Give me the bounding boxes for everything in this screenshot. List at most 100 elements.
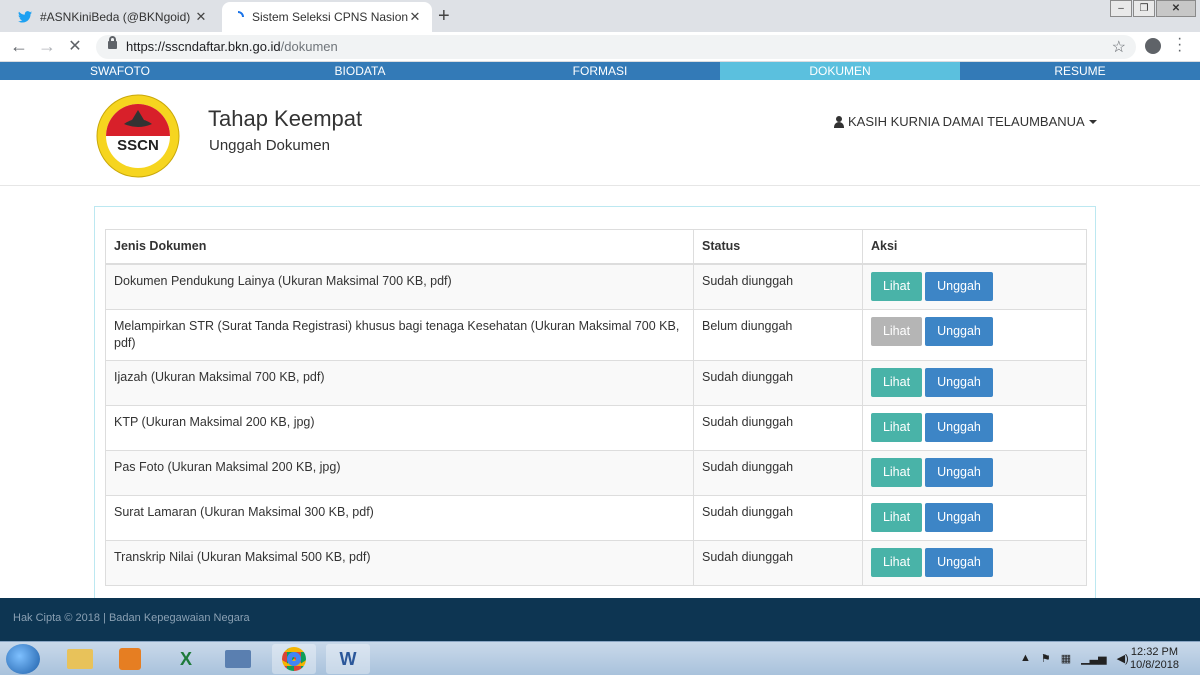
copyright-text: Hak Cipta © 2018 | Badan Kepegawaian Neg…	[13, 612, 250, 624]
upload-button[interactable]: Unggah	[925, 412, 993, 442]
upload-button[interactable]: Unggah	[925, 547, 993, 577]
view-button[interactable]: Lihat	[871, 412, 922, 442]
close-icon[interactable]: ✕	[408, 9, 422, 25]
view-button[interactable]: Lihat	[871, 367, 922, 397]
upload-button[interactable]: Unggah	[925, 502, 993, 532]
user-icon	[834, 115, 844, 128]
page-footer: Hak Cipta © 2018 | Badan Kepegawaian Neg…	[0, 598, 1200, 641]
documents-panel: Jenis Dokumen Status Aksi Dokumen Penduk…	[94, 206, 1096, 598]
table-row: Ijazah (Ukuran Maksimal 700 KB, pdf) Suda…	[105, 359, 1087, 406]
tray-expand-icon[interactable]: ▲	[1020, 652, 1031, 665]
network-app-icon[interactable]	[216, 644, 260, 674]
table-header-row: Jenis Dokumen Status Aksi	[105, 229, 1087, 265]
tab-title: #ASNKiniBeda (@BKNgoid) | Twi	[40, 10, 194, 24]
browser-menu-icon[interactable]: · · ·	[1177, 31, 1182, 59]
document-name: Dokumen Pendukung Lainya (Ukuran Maksima…	[105, 263, 694, 310]
table-row: Transkrip Nilai (Ukuran Maksimal 500 KB,…	[105, 539, 1087, 586]
documents-table: Jenis Dokumen Status Aksi Dokumen Penduk…	[105, 229, 1087, 586]
signal-icon[interactable]: ▁▃▅	[1081, 652, 1106, 665]
loading-icon	[237, 11, 244, 18]
documents-table-body: Dokumen Pendukung Lainya (Ukuran Maksima…	[105, 263, 1087, 586]
document-status: Sudah diunggah	[693, 494, 863, 541]
upload-button[interactable]: Unggah	[925, 316, 993, 346]
upload-button[interactable]: Unggah	[925, 271, 993, 301]
header-aksi: Aksi	[862, 229, 1087, 265]
table-row: Melampirkan STR (Surat Tanda Registrasi)…	[105, 308, 1087, 361]
os-taskbar: X W ▲ ⚑ ▦ ▁▃▅ ◀) 12:32 PM 10/8/2018	[0, 641, 1200, 675]
progress-steps: SWAFOTO BIODATA FORMASI DOKUMEN RESUME	[0, 62, 1200, 80]
document-name: KTP (Ukuran Maksimal 200 KB, jpg)	[105, 404, 694, 451]
chrome-icon[interactable]	[272, 644, 316, 674]
start-button[interactable]	[6, 644, 40, 674]
excel-icon[interactable]: X	[164, 644, 208, 674]
document-actions: Lihat Unggah	[862, 404, 1087, 451]
media-player-icon[interactable]	[108, 644, 152, 674]
minimize-button[interactable]: –	[1110, 0, 1132, 17]
user-name: KASIH KURNIA DAMAI TELAUMBANUA	[848, 114, 1085, 129]
word-icon[interactable]: W	[326, 644, 370, 674]
clock-time: 12:32 PM	[1130, 646, 1179, 658]
document-status: Sudah diunggah	[693, 539, 863, 586]
window-close-button[interactable]: ✕	[1156, 0, 1196, 17]
user-menu[interactable]: KASIH KURNIA DAMAI TELAUMBANUA	[834, 114, 1097, 129]
table-row: Surat Lamaran (Ukuran Maksimal 300 KB, p…	[105, 494, 1087, 541]
document-name: Ijazah (Ukuran Maksimal 700 KB, pdf)	[105, 359, 694, 406]
document-actions: Lihat Unggah	[862, 308, 1087, 361]
profile-avatar-icon[interactable]	[1145, 38, 1161, 54]
upload-button[interactable]: Unggah	[925, 457, 993, 487]
document-name: Surat Lamaran (Ukuran Maksimal 300 KB, p…	[105, 494, 694, 541]
forward-button[interactable]: →	[36, 36, 58, 57]
browser-tabstrip: #ASNKiniBeda (@BKNgoid) | Twi ✕ Sistem S…	[0, 0, 1200, 32]
caret-down-icon	[1088, 119, 1097, 124]
document-actions: Lihat Unggah	[862, 539, 1087, 586]
volume-icon[interactable]: ◀)	[1117, 652, 1129, 665]
document-status: Sudah diunggah	[693, 263, 863, 310]
document-status: Sudah diunggah	[693, 359, 863, 406]
page-title: Tahap Keempat	[208, 106, 363, 131]
tab-title: Sistem Seleksi CPNS Nasional	[252, 10, 408, 24]
view-button[interactable]: Lihat	[871, 271, 922, 301]
step-formasi[interactable]: FORMASI	[480, 62, 720, 80]
browser-tab-twitter[interactable]: #ASNKiniBeda (@BKNgoid) | Twi ✕	[8, 2, 218, 32]
step-swafoto[interactable]: SWAFOTO	[0, 62, 240, 80]
svg-text:SSCN: SSCN	[117, 137, 159, 154]
window-controls: – ❐ ✕	[1109, 0, 1196, 17]
document-name: Melampirkan STR (Surat Tanda Registrasi)…	[105, 308, 694, 361]
flag-icon[interactable]: ⚑	[1041, 652, 1051, 665]
document-status: Belum diunggah	[693, 308, 863, 361]
explorer-icon[interactable]	[58, 644, 102, 674]
browser-tab-sscn[interactable]: Sistem Seleksi CPNS Nasional ✕	[222, 2, 432, 32]
view-button[interactable]: Lihat	[871, 547, 922, 577]
step-resume[interactable]: RESUME	[960, 62, 1200, 80]
view-button[interactable]: Lihat	[871, 502, 922, 532]
network-icon[interactable]: ▦	[1061, 652, 1071, 665]
document-actions: Lihat Unggah	[862, 494, 1087, 541]
view-button[interactable]: Lihat	[871, 457, 922, 487]
document-actions: Lihat Unggah	[862, 449, 1087, 496]
system-tray: ▲ ⚑ ▦ ▁▃▅ ◀)	[1020, 652, 1129, 665]
page-header: SSCN Tahap Keempat Unggah Dokumen KASIH …	[0, 80, 1200, 186]
page-subtitle: Unggah Dokumen	[209, 137, 330, 154]
back-button[interactable]: ←	[8, 36, 30, 57]
address-bar[interactable]: https://sscndaftar.bkn.go.id/dokumen ☆	[96, 35, 1136, 59]
view-button: Lihat	[871, 316, 922, 346]
header-jenis-dokumen: Jenis Dokumen	[105, 229, 694, 265]
table-row: Dokumen Pendukung Lainya (Ukuran Maksima…	[105, 263, 1087, 310]
url-text: https://sscndaftar.bkn.go.id/dokumen	[126, 39, 338, 54]
upload-button[interactable]: Unggah	[925, 367, 993, 397]
new-tab-button[interactable]: +	[438, 5, 450, 28]
header-status: Status	[693, 229, 863, 265]
clock-date: 10/8/2018	[1130, 659, 1179, 671]
browser-toolbar: ← → ✕ https://sscndaftar.bkn.go.id/dokum…	[0, 32, 1200, 62]
lock-icon	[108, 36, 117, 49]
step-biodata[interactable]: BIODATA	[240, 62, 480, 80]
close-icon[interactable]: ✕	[194, 9, 208, 25]
bookmark-star-icon[interactable]: ☆	[1112, 37, 1126, 57]
clock[interactable]: 12:32 PM 10/8/2018	[1130, 646, 1179, 672]
maximize-button[interactable]: ❐	[1133, 0, 1155, 17]
stop-loading-button[interactable]: ✕	[64, 36, 86, 56]
step-dokumen[interactable]: DOKUMEN	[720, 62, 960, 80]
document-status: Sudah diunggah	[693, 404, 863, 451]
twitter-icon	[18, 11, 32, 23]
table-row: Pas Foto (Ukuran Maksimal 200 KB, jpg) Su…	[105, 449, 1087, 496]
